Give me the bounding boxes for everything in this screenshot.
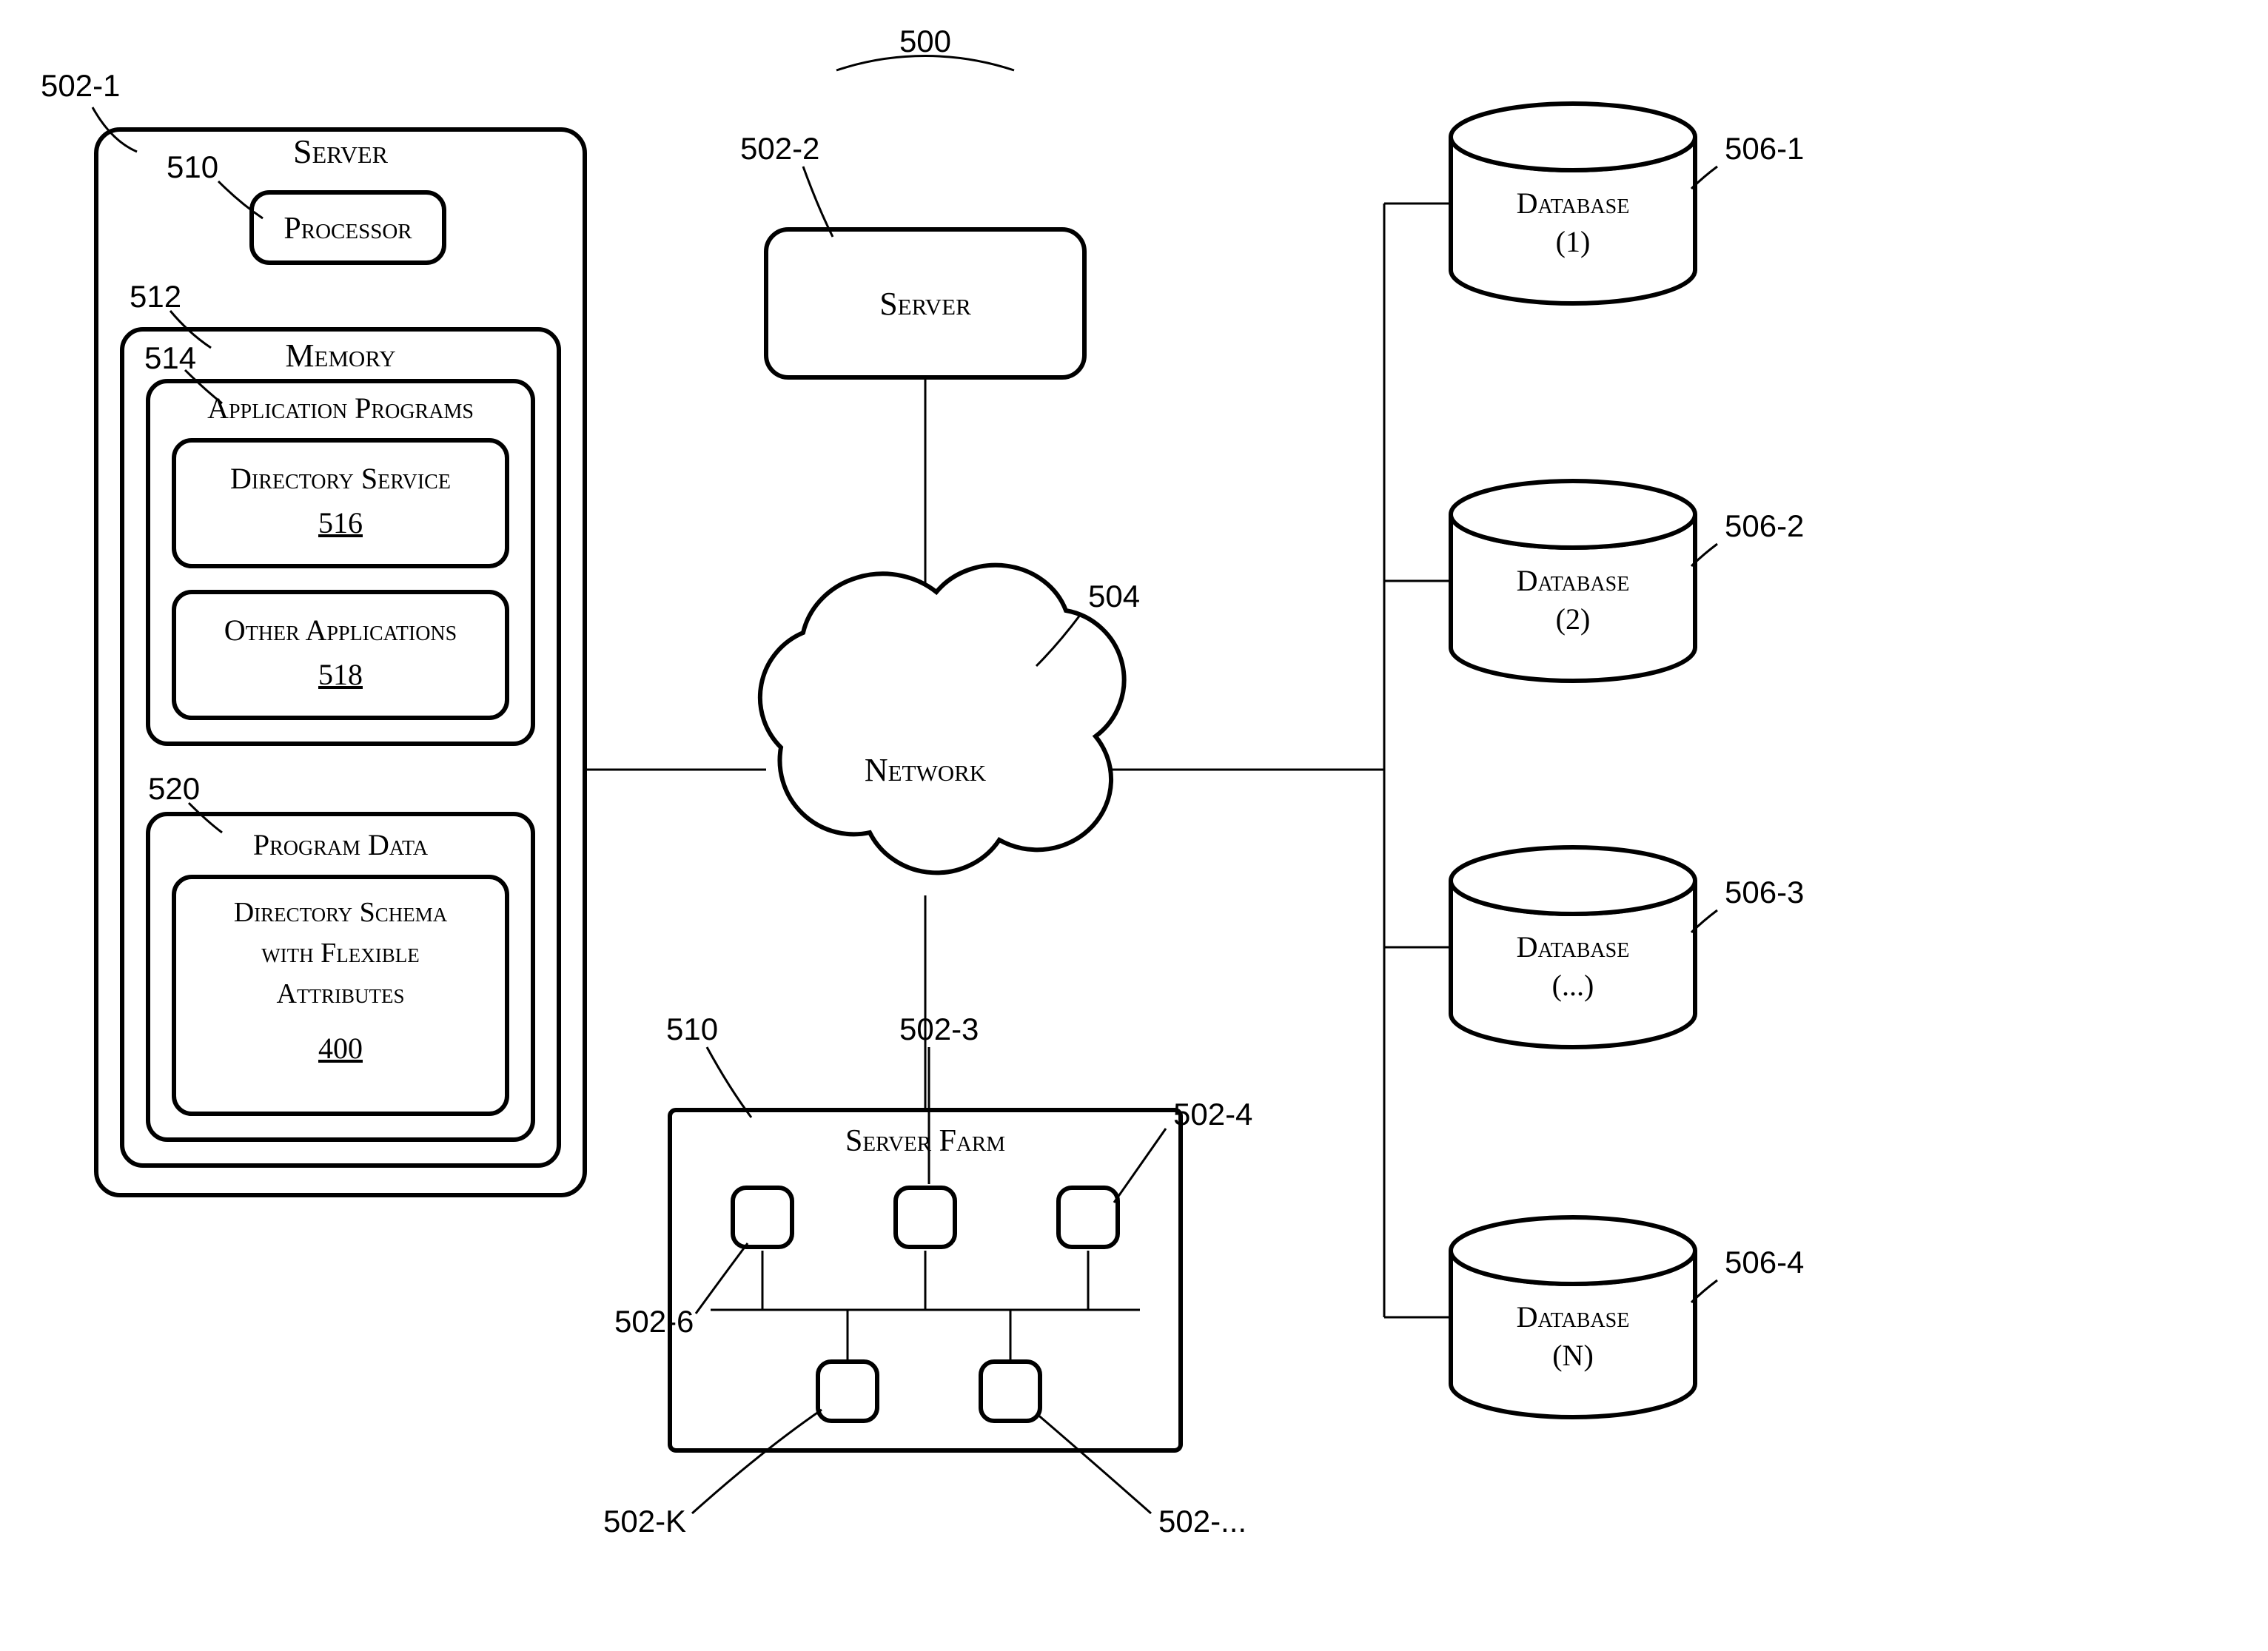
- ref-510: 510: [167, 149, 218, 184]
- dir-service-box: [174, 440, 507, 566]
- processor-label: Processor: [284, 212, 412, 246]
- server-farm-label: Server Farm: [845, 1124, 1005, 1158]
- ref-514: 514: [144, 340, 196, 375]
- ref-506-2: 506-2: [1725, 508, 1804, 543]
- ref-502-2: 502-2: [740, 131, 819, 166]
- svg-text:(2): (2): [1556, 602, 1591, 636]
- network-label: Network: [865, 752, 987, 788]
- svg-text:Database: Database: [1517, 186, 1630, 220]
- program-data-label: Program Data: [253, 828, 429, 861]
- ref-502-k: 502-K: [603, 1504, 686, 1539]
- ref-502-4: 502-4: [1173, 1097, 1252, 1132]
- svg-text:Database: Database: [1517, 930, 1630, 964]
- other-apps-label: Other Applications: [224, 613, 457, 647]
- memory-label: Memory: [285, 337, 395, 374]
- server-1-title: Server: [293, 132, 389, 170]
- svg-text:(...): (...): [1552, 969, 1594, 1002]
- database-4: Database (N): [1451, 1217, 1695, 1417]
- ref-figure: 500: [899, 24, 951, 58]
- database-2: Database (2): [1451, 481, 1695, 681]
- dir-schema-l2: with Flexible: [261, 938, 420, 969]
- other-apps-ref: 518: [318, 658, 363, 691]
- ref-502-1: 502-1: [41, 68, 120, 103]
- lead-502-2: [803, 167, 833, 237]
- network-cloud: Network: [760, 565, 1124, 873]
- database-3: Database (...): [1451, 847, 1695, 1047]
- svg-text:Database: Database: [1517, 1300, 1630, 1334]
- other-apps-box: [174, 592, 507, 718]
- svg-text:Database: Database: [1517, 564, 1630, 597]
- app-programs-label: Application Programs: [207, 391, 474, 425]
- lead-farm-510: [707, 1047, 751, 1117]
- ref-502-3: 502-3: [899, 1012, 979, 1046]
- ref-502-dots: 502-...: [1158, 1504, 1247, 1539]
- ref-504: 504: [1088, 579, 1140, 613]
- ref-506-4: 506-4: [1725, 1245, 1804, 1280]
- dir-schema-l3: Attributes: [277, 978, 405, 1009]
- server-2-label: Server: [879, 286, 971, 322]
- ref-520: 520: [148, 771, 200, 806]
- dir-service-label: Directory Service: [230, 462, 451, 495]
- dir-schema-ref: 400: [318, 1032, 363, 1065]
- ref-506-1: 506-1: [1725, 131, 1804, 166]
- database-1: Database (1): [1451, 104, 1695, 303]
- dir-service-ref: 516: [318, 506, 363, 539]
- ref-farm-510: 510: [666, 1012, 718, 1046]
- ref-512: 512: [130, 279, 181, 314]
- svg-text:(1): (1): [1556, 225, 1591, 258]
- svg-text:(N): (N): [1552, 1339, 1594, 1372]
- ref-502-6: 502-6: [614, 1304, 694, 1339]
- dir-schema-l1: Directory Schema: [234, 897, 448, 928]
- patent-figure: Server Processor Memory Application Prog…: [0, 0, 2268, 1651]
- ref-506-3: 506-3: [1725, 875, 1804, 909]
